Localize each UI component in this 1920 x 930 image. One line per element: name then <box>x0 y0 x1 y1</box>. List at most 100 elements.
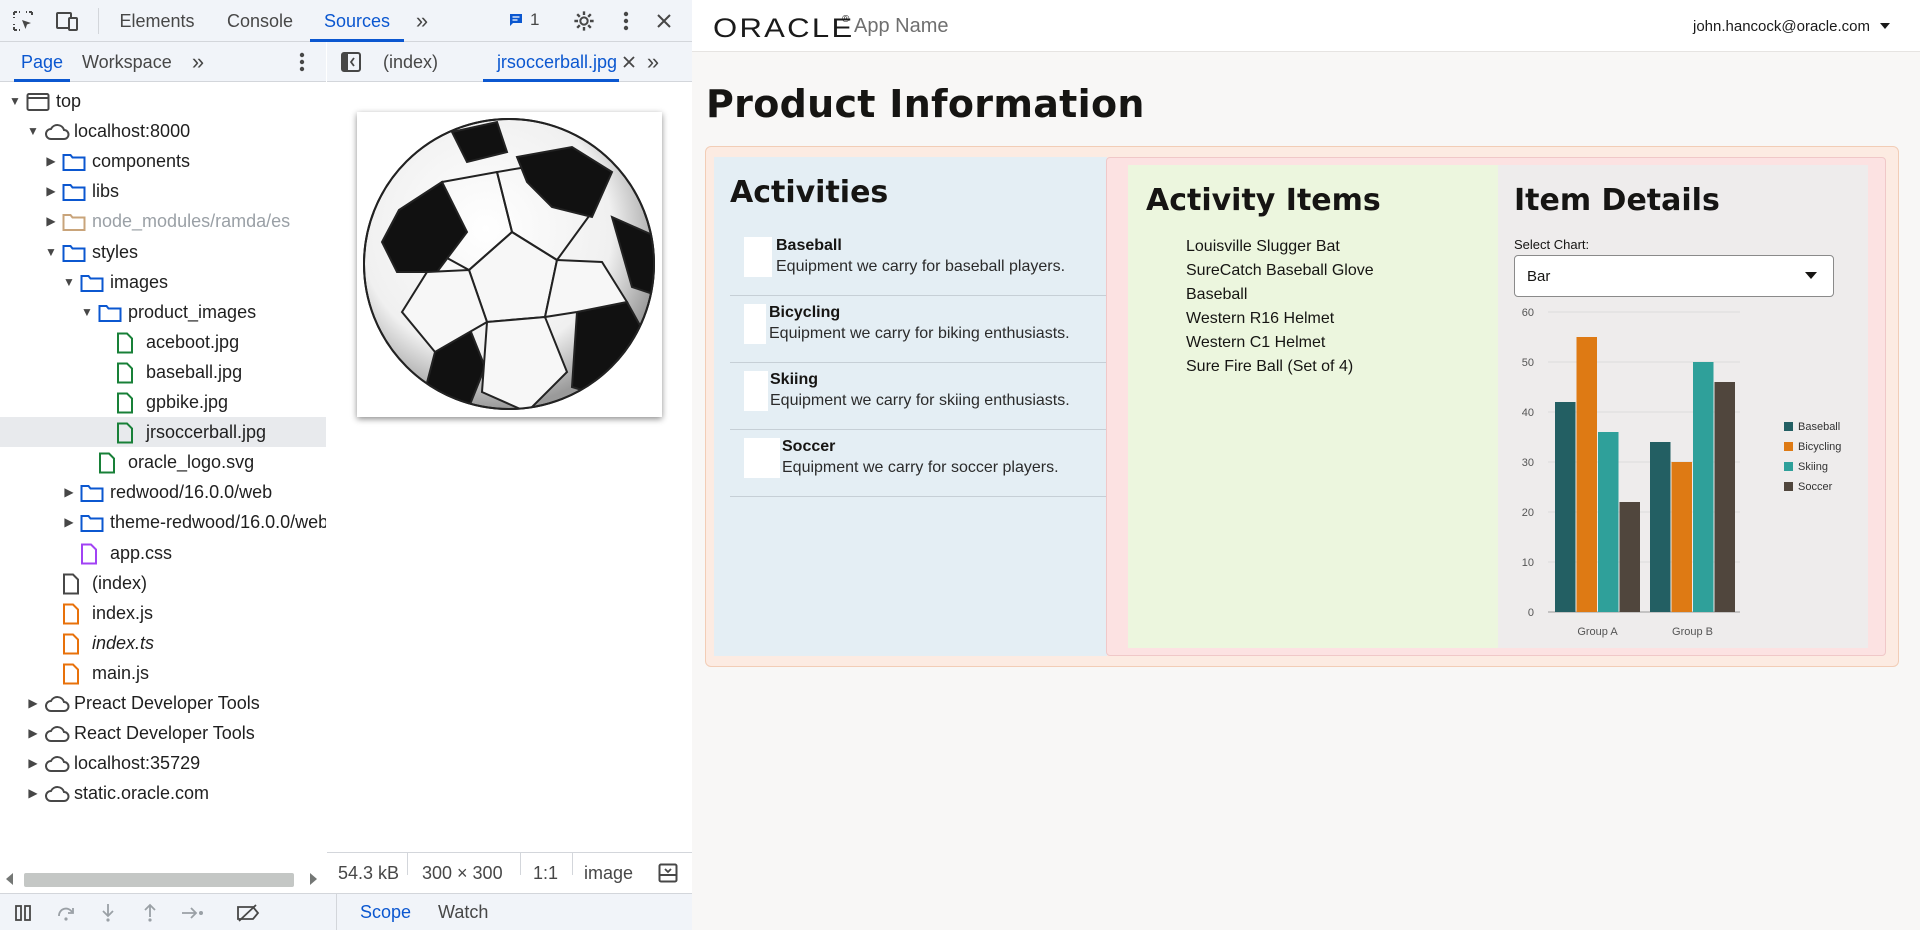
y-tick-label: 0 <box>1528 607 1534 619</box>
device-toolbar-icon[interactable] <box>54 9 80 33</box>
step-out-icon[interactable] <box>139 902 161 924</box>
legend-swatch <box>1784 462 1793 471</box>
navigator-menu-icon[interactable] <box>290 50 314 74</box>
expanded-arrow-icon[interactable]: ▼ <box>26 116 40 146</box>
tab-workspace[interactable]: Workspace <box>82 42 172 82</box>
bar-baseball-group-b <box>1650 442 1671 612</box>
list-item[interactable]: Western C1 Helmet <box>1186 334 1374 358</box>
expanded-arrow-icon[interactable]: ▼ <box>62 267 76 297</box>
tab-watch[interactable]: Watch <box>438 894 488 930</box>
expanded-arrow-icon[interactable]: ▼ <box>80 297 94 327</box>
user-menu-caret-icon[interactable] <box>1878 20 1892 32</box>
tree-item[interactable]: ▶ Preact Developer Tools <box>0 688 326 718</box>
settings-gear-icon[interactable] <box>572 9 596 33</box>
tree-item[interactable]: gpbike.jpg <box>0 387 326 417</box>
issues-badge[interactable]: 1 <box>508 10 539 30</box>
inspect-element-icon[interactable] <box>10 9 36 33</box>
more-navigator-chevron-icon[interactable]: » <box>186 49 210 74</box>
tree-item-label: product_images <box>128 301 257 322</box>
list-item[interactable]: Western R16 Helmet <box>1186 310 1374 334</box>
tree-item[interactable]: (index) <box>0 568 326 598</box>
bar-soccer-group-b <box>1714 382 1735 612</box>
pause-icon[interactable] <box>12 902 34 924</box>
tree-item[interactable]: aceboot.jpg <box>0 327 326 357</box>
kebab-menu-icon[interactable] <box>614 9 638 33</box>
collapsed-arrow-icon[interactable]: ▶ <box>44 176 58 206</box>
more-tabs-chevron-icon[interactable]: » <box>410 8 434 33</box>
tab-console[interactable]: Console <box>218 0 302 42</box>
close-devtools-icon[interactable] <box>652 9 676 33</box>
activity-item-baseball[interactable]: Baseball Equipment we carry for baseball… <box>730 229 1107 296</box>
deactivate-breakpoints-icon[interactable] <box>236 902 260 924</box>
devtools-panel: Elements Console Sources » 1 Page Worksp… <box>0 0 692 930</box>
tree-item[interactable]: ▶ node_modules/ramda/es <box>0 206 326 236</box>
tree-item[interactable]: ▶ React Developer Tools <box>0 718 326 748</box>
tab-scope[interactable]: Scope <box>360 894 411 930</box>
collapsed-arrow-icon[interactable]: ▶ <box>26 748 40 778</box>
collapsed-arrow-icon[interactable]: ▶ <box>62 507 76 537</box>
activity-item-soccer[interactable]: Soccer Equipment we carry for soccer pla… <box>730 430 1107 497</box>
expanded-arrow-icon[interactable]: ▼ <box>44 237 58 267</box>
tree-item[interactable]: ▶ components <box>0 146 326 176</box>
scrollbar-thumb[interactable] <box>24 873 294 887</box>
tree-item[interactable]: app.css <box>0 538 326 568</box>
list-item[interactable]: Sure Fire Ball (Set of 4) <box>1186 358 1374 382</box>
step-icon[interactable] <box>180 902 206 924</box>
y-tick-label: 20 <box>1522 507 1534 519</box>
list-item[interactable]: Baseball <box>1186 286 1374 310</box>
oracle-logo[interactable]: ORACLE <box>713 13 855 44</box>
activity-item-bicycling[interactable]: Bicycling Equipment we carry for biking … <box>730 296 1107 363</box>
tab-sources[interactable]: Sources <box>310 0 404 42</box>
toggle-drawer-icon[interactable] <box>657 862 679 884</box>
bar-baseball-group-a <box>1555 402 1576 612</box>
step-over-icon[interactable] <box>55 902 77 924</box>
tree-item[interactable]: ▶ redwood/16.0.0/web <box>0 477 326 507</box>
editor-tab-jrsoccerball[interactable]: jrsoccerball.jpg <box>483 42 619 82</box>
chart-type-select[interactable]: Bar <box>1514 255 1834 297</box>
editor-tab-index[interactable]: (index) <box>383 42 438 82</box>
select-value: Bar <box>1527 268 1551 285</box>
list-item[interactable]: Louisville Slugger Bat <box>1186 238 1374 262</box>
collapsed-arrow-icon[interactable]: ▶ <box>44 206 58 236</box>
tree-item[interactable]: main.js <box>0 658 326 688</box>
more-editor-tabs-chevron-icon[interactable]: » <box>641 49 665 74</box>
tree-item[interactable]: index.js <box>0 598 326 628</box>
chevron-down-icon <box>1805 272 1817 279</box>
step-into-icon[interactable] <box>97 902 119 924</box>
user-menu-email[interactable]: john.hancock@oracle.com <box>1693 18 1870 35</box>
tree-item[interactable]: ▼ images <box>0 267 326 297</box>
close-tab-icon[interactable] <box>619 52 639 72</box>
tree-item[interactable]: baseball.jpg <box>0 357 326 387</box>
collapsed-arrow-icon[interactable]: ▶ <box>26 718 40 748</box>
tree-item[interactable]: ▶ static.oracle.com <box>0 778 326 808</box>
horizontal-scrollbar[interactable] <box>0 868 326 890</box>
tree-item[interactable]: oracle_logo.svg <box>0 447 326 477</box>
tree-item[interactable]: ▶ libs <box>0 176 326 206</box>
tree-item[interactable]: ▼ styles <box>0 237 326 267</box>
collapsed-arrow-icon[interactable]: ▶ <box>26 778 40 808</box>
tree-item[interactable]: ▶ localhost:35729 <box>0 748 326 778</box>
tab-page[interactable]: Page <box>14 42 70 82</box>
collapsed-arrow-icon[interactable]: ▶ <box>26 688 40 718</box>
tab-elements[interactable]: Elements <box>112 0 202 42</box>
scroll-right-icon[interactable] <box>310 873 317 885</box>
collapsed-arrow-icon[interactable]: ▶ <box>62 477 76 507</box>
tree-item[interactable]: index.ts <box>0 628 326 658</box>
expanded-arrow-icon[interactable]: ▼ <box>8 86 22 116</box>
list-item[interactable]: SureCatch Baseball Glove <box>1186 262 1374 286</box>
legend-label: Skiing <box>1798 461 1828 473</box>
collapsed-arrow-icon[interactable]: ▶ <box>44 146 58 176</box>
app-page: ORACLE ® App Name john.hancock@oracle.co… <box>692 0 1920 930</box>
activity-thumbnail <box>744 438 780 478</box>
y-tick-label: 50 <box>1522 357 1534 369</box>
tree-item[interactable]: ▶ theme-redwood/16.0.0/web <box>0 507 326 537</box>
tree-item[interactable]: ▼ localhost:8000 <box>0 116 326 146</box>
scroll-left-icon[interactable] <box>6 873 13 885</box>
toggle-navigator-icon[interactable] <box>339 50 363 74</box>
tree-item[interactable]: ▼ product_images <box>0 297 326 327</box>
item-details-heading: Item Details <box>1514 183 1720 218</box>
tree-item[interactable]: jrsoccerball.jpg <box>0 417 326 448</box>
script-file-icon <box>62 603 86 625</box>
activity-item-skiing[interactable]: Skiing Equipment we carry for skiing ent… <box>730 363 1107 430</box>
tree-item[interactable]: ▼ top <box>0 86 326 116</box>
